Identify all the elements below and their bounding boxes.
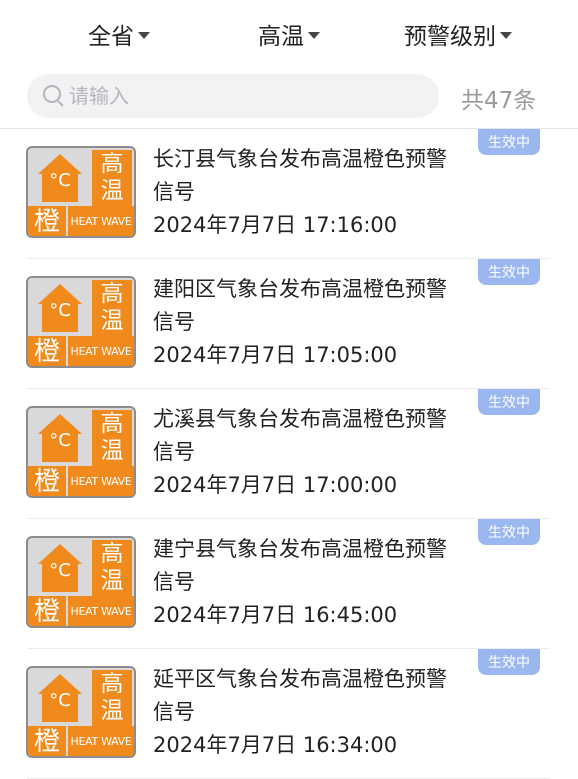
province-filter-label: 全省 <box>88 24 134 50</box>
province-filter-dropdown[interactable]: 全省 <box>88 16 150 52</box>
level-filter-dropdown[interactable]: 预警级别 <box>404 16 512 52</box>
thermometer-house-icon: °C <box>38 154 82 202</box>
thermometer-house-icon: °C <box>38 544 82 592</box>
heat-wave-orange-warning-icon: °C 高 温 橙 HEAT WAVE <box>26 536 136 628</box>
warning-type-char-1: 高 <box>100 411 124 437</box>
warning-caption: HEAT WAVE <box>68 726 134 756</box>
warning-type-text: 高 温 <box>92 410 132 466</box>
warning-list-item[interactable]: °C 高 温 橙 HEAT WAVE 长汀县气象台发布高温橙色预警信号 2024… <box>0 129 578 259</box>
warning-list-item[interactable]: °C 高 温 橙 HEAT WAVE 尤溪县气象台发布高温橙色预警信号 2024… <box>0 389 578 519</box>
type-filter-label: 高温 <box>258 24 304 50</box>
warning-caption: HEAT WAVE <box>68 206 134 236</box>
warning-type-char-2: 温 <box>100 438 124 464</box>
warning-title: 延平区气象台发布高温橙色预警信号 <box>153 667 447 724</box>
total-count: 共47条 <box>461 88 537 114</box>
warning-time: 2024年7月7日 16:45:00 <box>153 603 398 627</box>
warning-list-item[interactable]: °C 高 温 橙 HEAT WAVE 延平区气象台发布高温橙色预警信号 2024… <box>0 649 578 779</box>
temperature-symbol: °C <box>49 560 71 581</box>
warning-type-char-1: 高 <box>100 541 124 567</box>
warning-level-char: 橙 <box>28 726 66 756</box>
temperature-symbol: °C <box>49 170 71 191</box>
caret-down-icon <box>138 31 150 39</box>
warning-type-char-2: 温 <box>100 568 124 594</box>
warning-type-char-2: 温 <box>100 308 124 334</box>
warning-type-text: 高 温 <box>92 280 132 336</box>
status-badge: 生效中 <box>478 389 540 415</box>
temperature-symbol: °C <box>49 300 71 321</box>
status-badge: 生效中 <box>478 519 540 545</box>
warning-level-char: 橙 <box>28 466 66 496</box>
heat-wave-orange-warning-icon: °C 高 温 橙 HEAT WAVE <box>26 276 136 368</box>
caret-down-icon <box>308 31 320 39</box>
heat-wave-orange-warning-icon: °C 高 温 橙 HEAT WAVE <box>26 406 136 498</box>
warning-type-text: 高 温 <box>92 670 132 726</box>
warning-type-char-2: 温 <box>100 698 124 724</box>
warning-level-char: 橙 <box>28 336 66 366</box>
status-badge: 生效中 <box>478 129 540 155</box>
warning-level-char: 橙 <box>28 596 66 626</box>
search-row: 共47条 <box>0 74 578 120</box>
warning-list-item[interactable]: °C 高 温 橙 HEAT WAVE 建宁县气象台发布高温橙色预警信号 2024… <box>0 519 578 649</box>
status-badge: 生效中 <box>478 259 540 285</box>
heat-wave-orange-warning-icon: °C 高 温 橙 HEAT WAVE <box>26 146 136 238</box>
level-filter-label: 预警级别 <box>404 24 496 50</box>
warning-type-char-1: 高 <box>100 671 124 697</box>
warning-time: 2024年7月7日 16:34:00 <box>153 733 398 757</box>
warning-caption: HEAT WAVE <box>68 336 134 366</box>
warning-time: 2024年7月7日 17:05:00 <box>153 343 398 367</box>
heat-wave-orange-warning-icon: °C 高 温 橙 HEAT WAVE <box>26 666 136 758</box>
temperature-symbol: °C <box>49 430 71 451</box>
warning-time: 2024年7月7日 17:00:00 <box>153 473 398 497</box>
search-box[interactable] <box>27 74 439 118</box>
warning-list-item[interactable]: °C 高 温 橙 HEAT WAVE 建阳区气象台发布高温橙色预警信号 2024… <box>0 259 578 389</box>
search-input[interactable] <box>69 76 409 116</box>
type-filter-dropdown[interactable]: 高温 <box>258 16 320 52</box>
warning-title: 长汀县气象台发布高温橙色预警信号 <box>153 147 447 204</box>
warning-type-text: 高 温 <box>92 540 132 596</box>
warning-time: 2024年7月7日 17:16:00 <box>153 213 398 237</box>
warning-level-char: 橙 <box>28 206 66 236</box>
thermometer-house-icon: °C <box>38 284 82 332</box>
filter-bar: 全省 高温 预警级别 <box>0 0 578 68</box>
search-icon <box>43 85 65 107</box>
warning-type-text: 高 温 <box>92 150 132 206</box>
warning-type-char-1: 高 <box>100 281 124 307</box>
warning-title: 尤溪县气象台发布高温橙色预警信号 <box>153 407 447 464</box>
temperature-symbol: °C <box>49 690 71 711</box>
caret-down-icon <box>500 31 512 39</box>
warning-type-char-1: 高 <box>100 151 124 177</box>
warning-caption: HEAT WAVE <box>68 466 134 496</box>
warning-type-char-2: 温 <box>100 178 124 204</box>
warning-title: 建阳区气象台发布高温橙色预警信号 <box>153 277 447 334</box>
thermometer-house-icon: °C <box>38 674 82 722</box>
warning-title: 建宁县气象台发布高温橙色预警信号 <box>153 537 447 594</box>
warning-caption: HEAT WAVE <box>68 596 134 626</box>
status-badge: 生效中 <box>478 649 540 675</box>
thermometer-house-icon: °C <box>38 414 82 462</box>
